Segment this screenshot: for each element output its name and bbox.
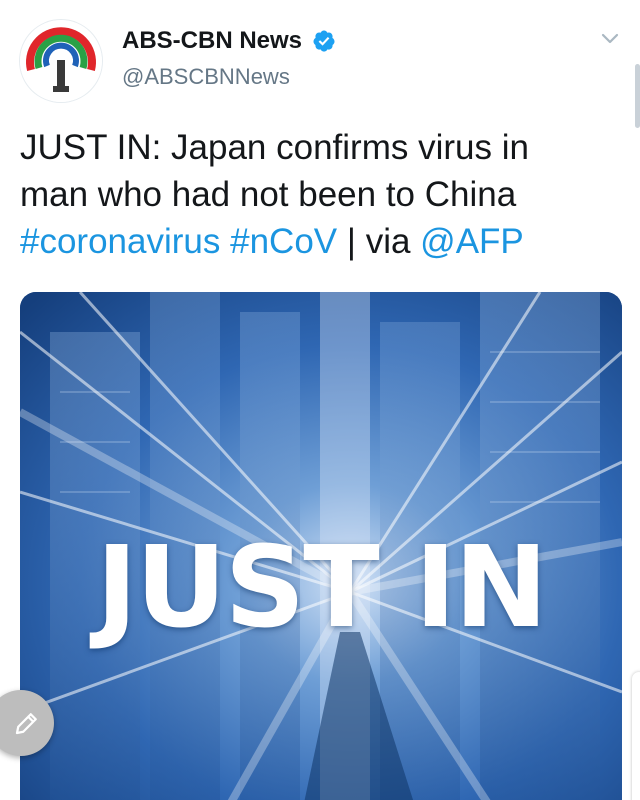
via-separator: | via xyxy=(337,222,421,261)
tweet-media-image[interactable]: JUST IN xyxy=(20,292,622,800)
author-handle[interactable]: @ABSCBNNews xyxy=(122,64,290,90)
hashtag-link[interactable]: #nCoV xyxy=(230,222,337,261)
chevron-down-icon[interactable] xyxy=(598,26,622,50)
hashtag-link[interactable]: #coronavirus xyxy=(20,222,220,261)
pencil-icon xyxy=(15,713,37,735)
edge-panel-handle[interactable] xyxy=(632,672,640,800)
avatar[interactable] xyxy=(20,20,102,102)
tweet-text-line: man who had not been to China xyxy=(20,175,517,214)
tweet-screen: ABS-CBN News @ABSCBNNews JUST IN: Japan … xyxy=(0,0,640,800)
abs-cbn-logo-icon xyxy=(20,20,102,102)
verified-badge-icon xyxy=(313,30,335,52)
tweet-text: JUST IN: Japan confirms virus in man who… xyxy=(20,124,620,265)
tweet-text-line: JUST IN: Japan confirms virus in xyxy=(20,128,529,167)
media-overlay-text: JUST IN xyxy=(95,523,548,653)
tweet-text-line: #coronavirus #nCoV | via @AFP xyxy=(20,218,620,265)
author-display-name[interactable]: ABS-CBN News xyxy=(122,27,302,55)
mention-link[interactable]: @AFP xyxy=(420,222,524,261)
author-name-row[interactable]: ABS-CBN News xyxy=(122,26,336,56)
scrollbar-thumb[interactable] xyxy=(635,64,640,128)
